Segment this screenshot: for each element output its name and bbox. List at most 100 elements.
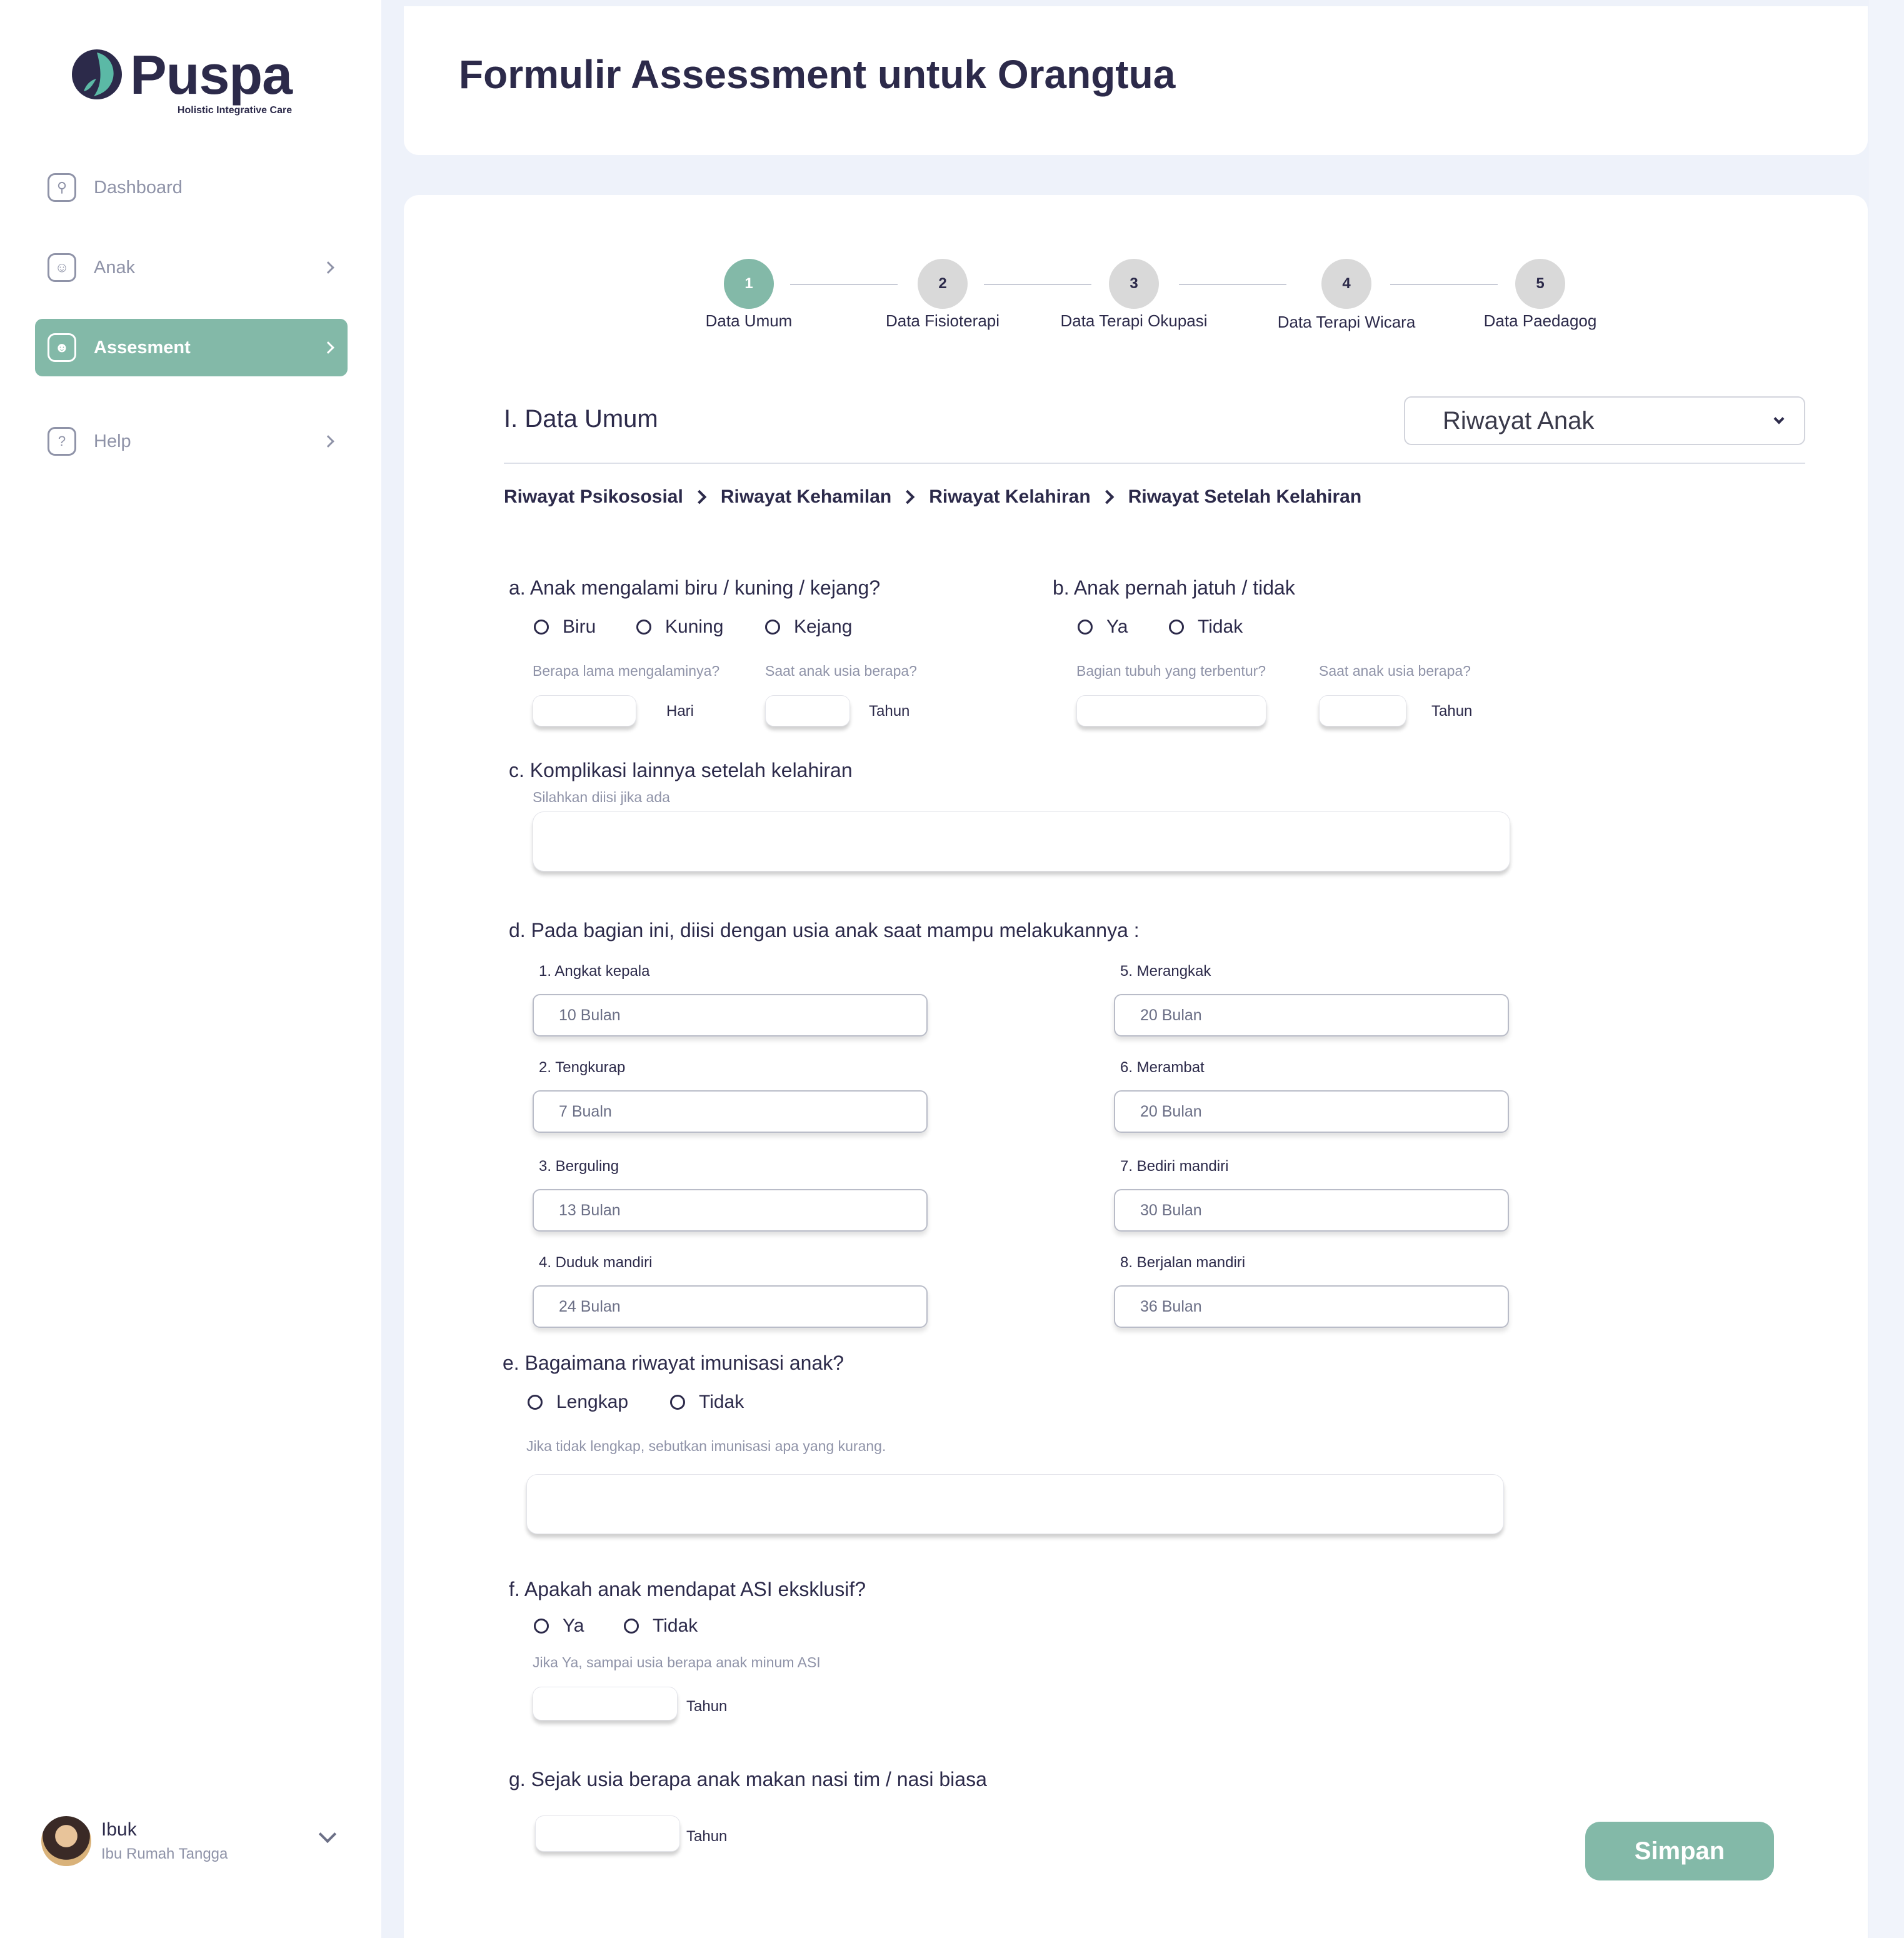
body-part-input[interactable] [1076, 695, 1266, 726]
step-1[interactable]: 1 [724, 259, 774, 309]
milestone-input-merangkak[interactable]: 20 Bulan [1114, 994, 1509, 1037]
radio-ya-f[interactable]: Ya [534, 1615, 584, 1637]
dashboard-icon: ⚲ [48, 173, 76, 202]
radio-circle-icon [534, 620, 549, 635]
sidebar-item-dashboard[interactable]: ⚲ Dashboard [35, 159, 348, 216]
unit-tahun: Tahun [1431, 703, 1473, 720]
brand-logo: Puspa Holistic Integrative Care [70, 44, 293, 116]
hint-f: Jika Ya, sampai usia berapa anak minum A… [533, 1654, 821, 1670]
radio-label: Kuning [665, 616, 724, 637]
step-label-4: Data Terapi Wicara [1277, 313, 1416, 331]
hint-age: Saat anak usia berapa? [765, 663, 917, 679]
milestone-label: 5. Merangkak [1120, 963, 1211, 980]
question-a: a. Anak mengalami biru / kuning / kejang… [509, 576, 881, 599]
radio-label: Tidak [653, 1615, 698, 1636]
divider [504, 463, 1805, 464]
step-2[interactable]: 2 [918, 259, 968, 309]
chevron-down-icon [1773, 413, 1785, 424]
radio-label: Biru [563, 616, 596, 637]
unit-tahun: Tahun [869, 703, 910, 720]
complication-textarea[interactable] [533, 811, 1510, 871]
radio-label: Kejang [794, 616, 853, 637]
asi-age-input[interactable] [533, 1687, 678, 1720]
radio-circle-icon [1078, 620, 1093, 635]
radio-kuning[interactable]: Kuning [636, 616, 723, 638]
milestone-input-berdiri-mandiri[interactable]: 30 Bulan [1114, 1189, 1509, 1232]
radio-tidak-b[interactable]: Tidak [1169, 616, 1243, 638]
user-profile[interactable]: Ibuk Ibu Rumah Tangga [41, 1813, 348, 1869]
hint-e: Jika tidak lengkap, sebutkan imunisasi a… [526, 1438, 886, 1454]
milestone-label: 3. Berguling [539, 1158, 619, 1175]
breadcrumb: Riwayat Psikososial Riwayat Kehamilan Ri… [504, 486, 1361, 508]
radio-label: Tidak [1198, 616, 1243, 637]
step-5[interactable]: 5 [1515, 259, 1565, 309]
step-label-2: Data Fisioterapi [885, 311, 1000, 330]
hint-duration: Berapa lama mengalaminya? [533, 663, 720, 679]
chevron-right-icon [692, 490, 707, 505]
brand-tagline: Holistic Integrative Care [177, 105, 293, 116]
milestone-input-duduk-mandiri[interactable]: 24 Bulan [533, 1285, 928, 1328]
step-label-3: Data Terapi Okupasi [1060, 311, 1208, 330]
page-title: Formulir Assessment untuk Orangtua [459, 52, 1176, 97]
step-3[interactable]: 3 [1109, 259, 1159, 309]
hint-age: Saat anak usia berapa? [1319, 663, 1471, 679]
breadcrumb-item[interactable]: Riwayat Kehamilan [721, 486, 891, 508]
step-connector [1179, 284, 1286, 285]
radio-circle-icon [534, 1619, 549, 1634]
unit-tahun: Tahun [686, 1828, 728, 1845]
immunization-textarea[interactable] [526, 1474, 1504, 1534]
radio-label: Ya [563, 1615, 584, 1636]
milestone-input-tengkurap[interactable]: 7 Bualn [533, 1090, 928, 1133]
age-input-a[interactable] [765, 695, 850, 726]
question-g: g. Sejak usia berapa anak makan nasi tim… [509, 1768, 987, 1790]
brand-name: Puspa [130, 44, 293, 106]
radio-kejang[interactable]: Kejang [765, 616, 852, 638]
breadcrumb-item[interactable]: Riwayat Kelahiran [929, 486, 1090, 508]
chevron-right-icon [900, 490, 915, 505]
breadcrumb-item[interactable]: Riwayat Psikososial [504, 486, 683, 508]
radio-tidak-e[interactable]: Tidak [670, 1392, 744, 1413]
step-connector [984, 284, 1091, 285]
history-select[interactable]: Riwayat Anak [1404, 396, 1805, 445]
hint-body-part: Bagian tubuh yang terbentur? [1076, 663, 1266, 679]
sidebar-item-anak[interactable]: ☺ Anak [35, 239, 348, 296]
radio-lengkap[interactable]: Lengkap [528, 1392, 628, 1413]
milestone-label: 8. Berjalan mandiri [1120, 1254, 1246, 1271]
milestone-input-merambat[interactable]: 20 Bulan [1114, 1090, 1509, 1133]
question-f: f. Apakah anak mendapat ASI eksklusif? [509, 1578, 866, 1600]
step-4[interactable]: 4 [1321, 259, 1371, 309]
radio-tidak-f[interactable]: Tidak [624, 1615, 698, 1637]
sidebar-item-label: Dashboard [94, 177, 183, 198]
milestone-label: 2. Tengkurap [539, 1059, 626, 1076]
help-bubble-icon: ? [48, 427, 76, 456]
milestone-input-angkat-kepala[interactable]: 10 Bulan [533, 994, 928, 1037]
milestone-input-berguling[interactable]: 13 Bulan [533, 1189, 928, 1232]
radio-circle-icon [624, 1619, 639, 1634]
sidebar-item-assesment[interactable]: ☻ Assesment [35, 319, 348, 376]
child-face-icon: ☺ [48, 253, 76, 282]
radio-ya-b[interactable]: Ya [1078, 616, 1128, 638]
radio-circle-icon [765, 620, 780, 635]
rice-age-input[interactable] [535, 1815, 680, 1852]
radio-biru[interactable]: Biru [534, 616, 596, 638]
sidebar-item-help[interactable]: ? Help [35, 413, 348, 470]
radio-label: Lengkap [556, 1392, 629, 1412]
breadcrumb-item[interactable]: Riwayat Setelah Kelahiran [1128, 486, 1361, 508]
duration-input[interactable] [533, 695, 636, 726]
chevron-down-icon[interactable] [318, 1825, 337, 1844]
question-e: e. Bagaimana riwayat imunisasi anak? [503, 1352, 844, 1374]
age-input-b[interactable] [1319, 695, 1406, 726]
radio-circle-icon [1169, 620, 1184, 635]
save-button[interactable]: Simpan [1585, 1822, 1774, 1880]
step-connector [1390, 284, 1498, 285]
unit-tahun: Tahun [686, 1698, 728, 1715]
scrollbar-track[interactable] [1869, 0, 1904, 1938]
question-c: c. Komplikasi lainnya setelah kelahiran [509, 759, 853, 781]
radio-label: Tidak [699, 1392, 744, 1412]
step-label-1: Data Umum [705, 311, 793, 330]
unit-hari: Hari [666, 703, 694, 720]
assessment-form: 1 2 3 4 5 Data Umum Data Fisioterapi Dat… [404, 195, 1868, 1938]
sidebar-item-label: Assesment [94, 337, 191, 358]
milestone-input-berjalan-mandiri[interactable]: 36 Bulan [1114, 1285, 1509, 1328]
user-role: Ibu Rumah Tangga [101, 1845, 228, 1862]
